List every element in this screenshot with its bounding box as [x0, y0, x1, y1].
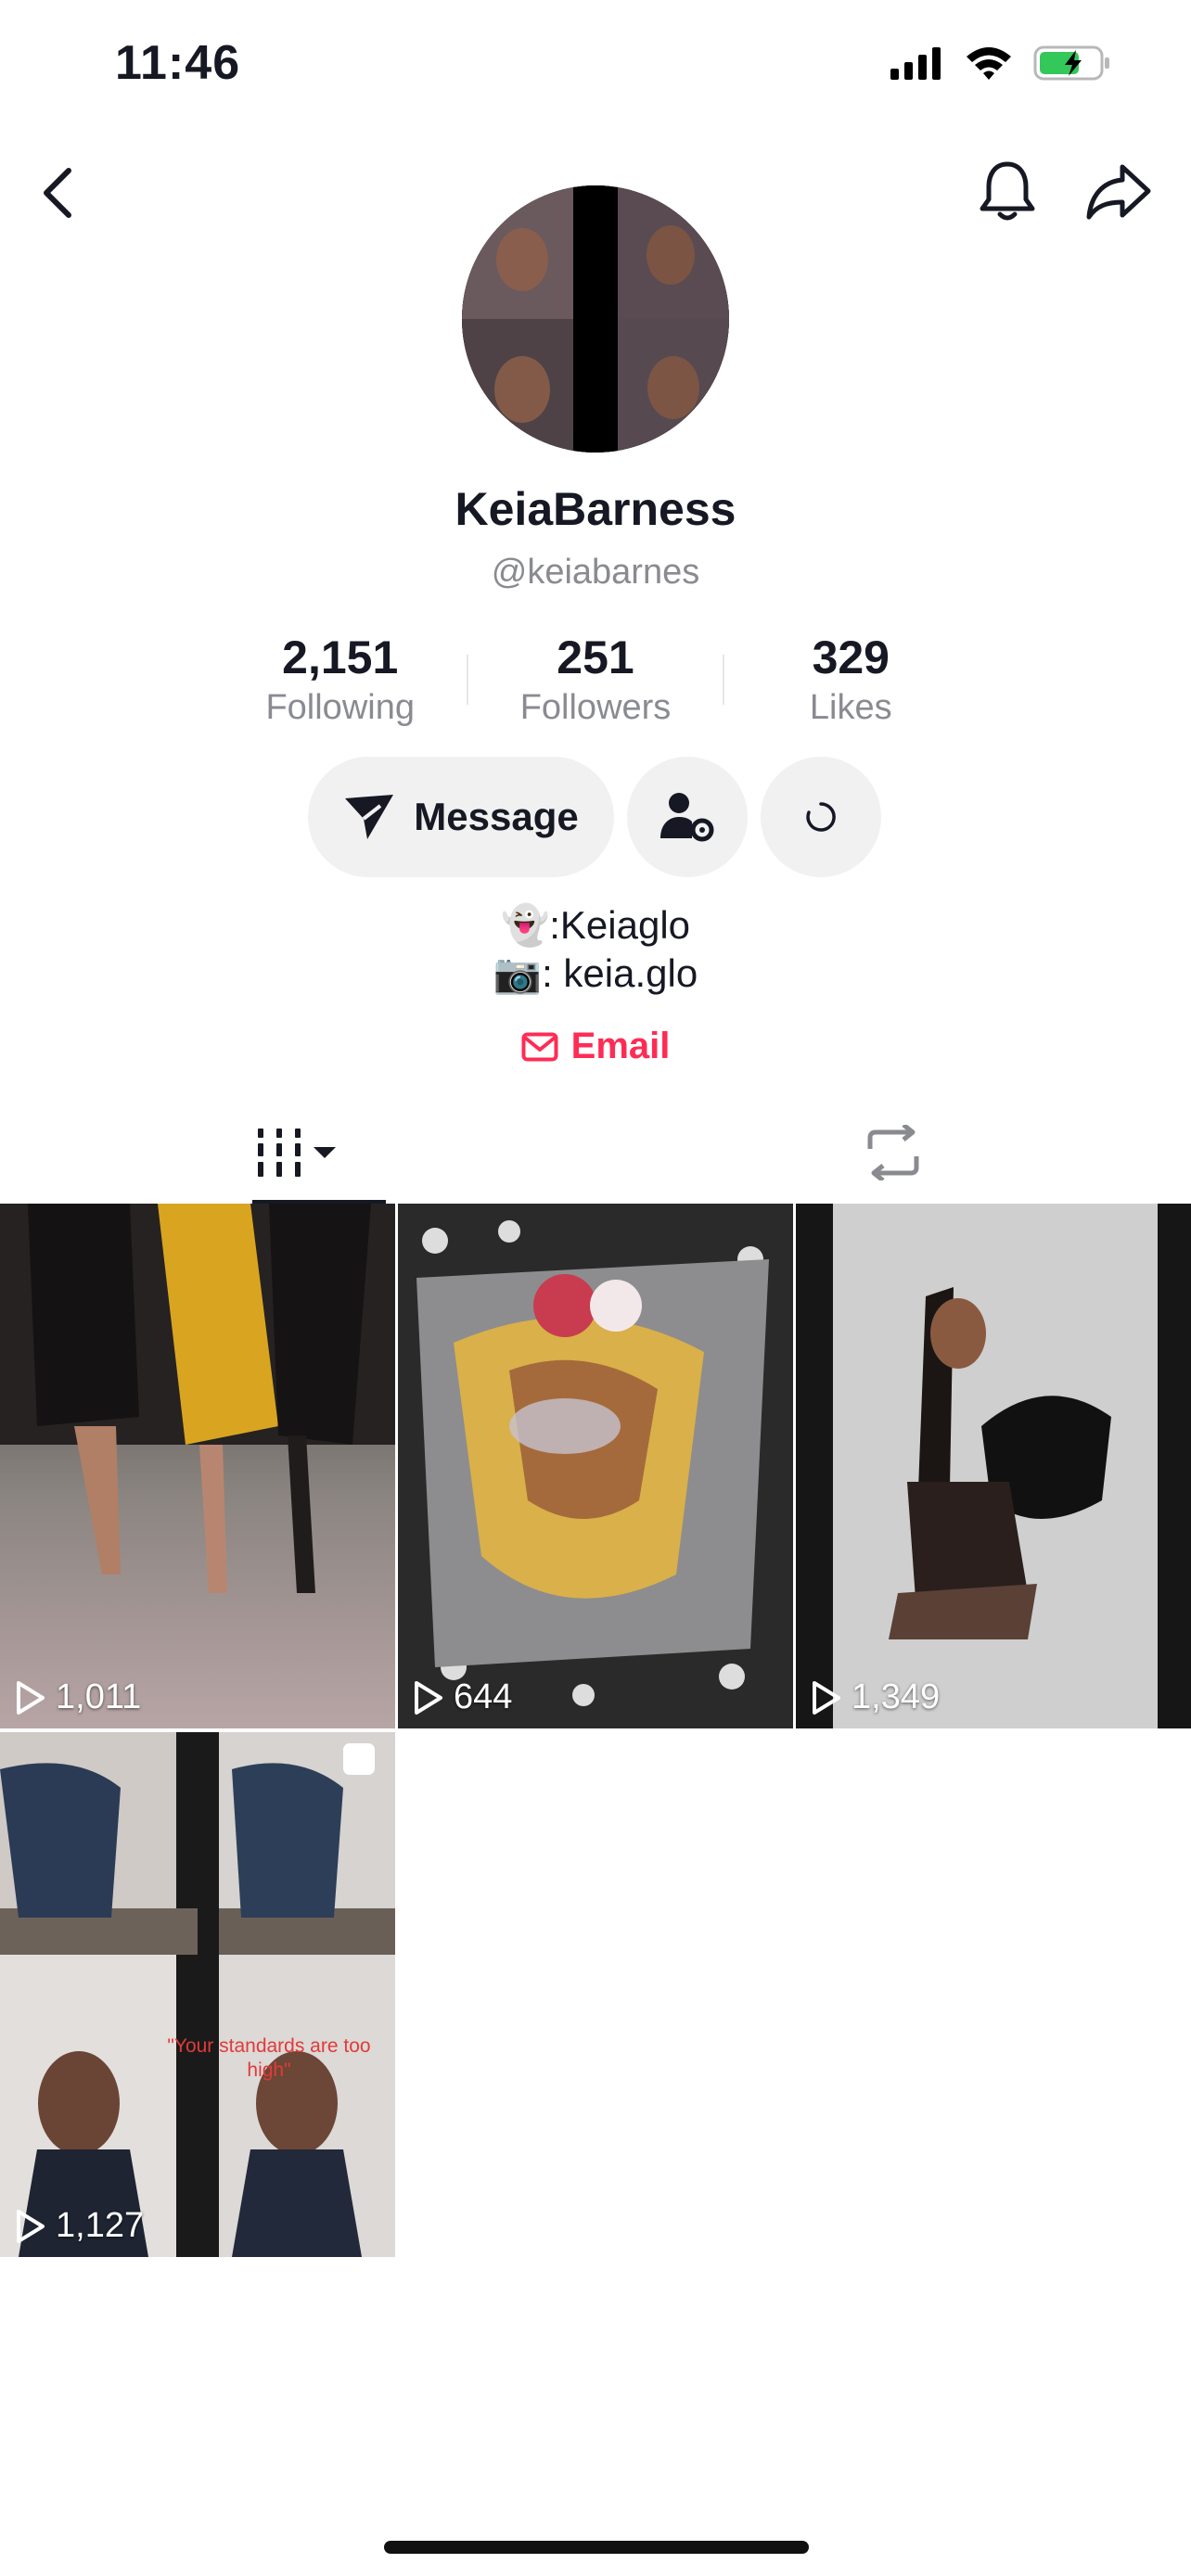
send-icon: [345, 795, 394, 839]
home-indicator[interactable]: [384, 2541, 809, 2554]
video-tile-1[interactable]: 1,011: [0, 1204, 395, 1728]
view-count-value: 1,011: [56, 1677, 142, 1716]
view-count-value: 644: [454, 1677, 513, 1716]
stat-followers[interactable]: 251 Followers: [468, 631, 722, 728]
profile-actions: Message: [308, 757, 881, 877]
tab-reposts[interactable]: [596, 1103, 1191, 1202]
grid-videos-icon: [258, 1129, 336, 1177]
signal-icon: [890, 47, 941, 80]
video-thumbnail: [0, 1204, 395, 1728]
status-time: 11:46: [115, 36, 241, 90]
tab-videos[interactable]: [0, 1103, 596, 1202]
share-arrow-icon: [1086, 164, 1151, 220]
play-icon: [415, 1680, 442, 1715]
followers-count: 251: [557, 631, 634, 683]
bio-line-2: 📷: keia.glo: [493, 951, 698, 995]
bell-icon: [980, 161, 1035, 221]
video-thumbnail: [0, 1732, 395, 2257]
battery-icon: [1033, 45, 1109, 81]
likes-label: Likes: [809, 688, 892, 727]
user-settings-button[interactable]: [627, 757, 748, 877]
email-label: Email: [570, 1026, 671, 1066]
video-tile-3[interactable]: 1,349: [796, 1204, 1191, 1728]
email-link[interactable]: Email: [0, 1026, 1191, 1067]
user-gear-icon: [660, 793, 714, 842]
view-count: 1,127: [15, 2206, 144, 2246]
play-icon: [17, 2209, 45, 2243]
message-button[interactable]: Message: [308, 757, 614, 877]
following-label: Following: [265, 688, 415, 727]
username: @keiabarnes: [491, 553, 700, 592]
loading-button[interactable]: [761, 757, 881, 877]
share-button[interactable]: [1083, 158, 1154, 224]
display-name: KeiaBarness: [455, 483, 736, 535]
mail-icon: [521, 1032, 558, 1061]
stat-likes[interactable]: 329 Likes: [724, 631, 978, 728]
status-icons: [889, 45, 1111, 82]
notifications-button[interactable]: [974, 158, 1041, 224]
stat-following[interactable]: 2,151 Following: [213, 631, 467, 728]
avatar[interactable]: [462, 185, 729, 453]
repost-icon: [867, 1125, 919, 1180]
wifi-icon: [967, 47, 1011, 80]
play-icon: [813, 1680, 840, 1715]
view-count-value: 1,127: [56, 2206, 145, 2245]
likes-count: 329: [812, 631, 890, 683]
view-count: 1,349: [811, 1677, 940, 1717]
message-label: Message: [414, 795, 579, 838]
view-count-value: 1,349: [852, 1677, 941, 1716]
video-tile-2[interactable]: 644: [398, 1204, 793, 1728]
bio-line-1: 👻:Keiaglo: [500, 903, 691, 947]
profile-stats: 2,151 Following 251 Followers 329 Likes: [213, 631, 978, 728]
spinner-icon: [806, 802, 836, 832]
video-caption: "Your standards are too high": [167, 2035, 371, 2081]
followers-label: Followers: [519, 688, 672, 727]
following-count: 2,151: [282, 631, 399, 683]
video-thumbnail: [796, 1204, 1191, 1728]
avatar-image: [462, 185, 729, 453]
video-tile-4[interactable]: "Your standards are too high" 1,127: [0, 1732, 395, 2257]
play-icon: [17, 1680, 45, 1715]
view-count: 1,011: [15, 1677, 141, 1717]
back-button[interactable]: [28, 163, 87, 223]
chevron-left-icon: [44, 168, 71, 218]
video-thumbnail: [398, 1204, 793, 1728]
view-count: 644: [413, 1677, 512, 1717]
